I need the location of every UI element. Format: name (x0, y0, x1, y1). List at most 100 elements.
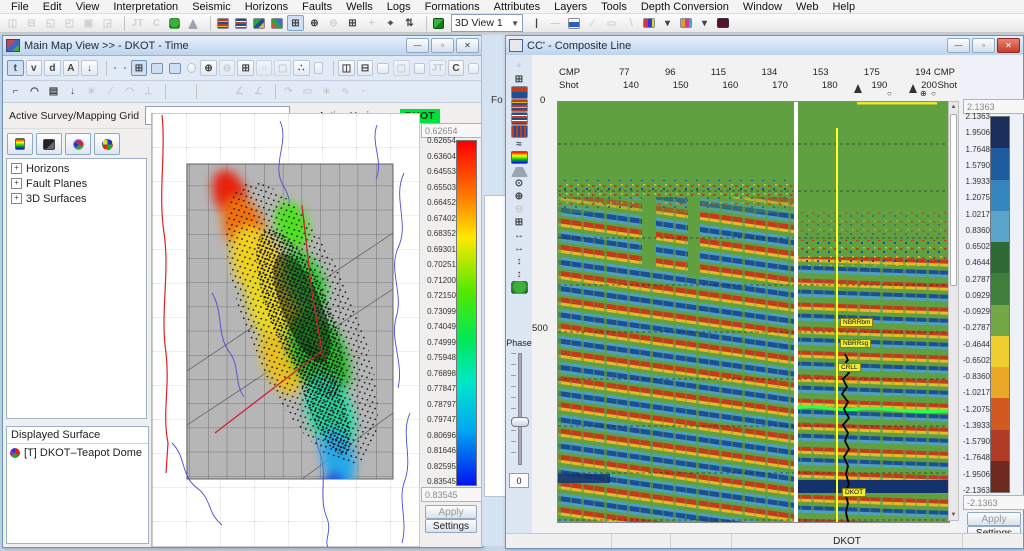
c-tool-icon[interactable]: C (148, 15, 165, 31)
zoom-in-icon[interactable]: ⊕ (200, 60, 217, 76)
split-vertical-icon[interactable]: ◫ (338, 60, 355, 76)
restore-windows-icon[interactable]: ▣ (80, 15, 97, 31)
menu-item[interactable]: Depth Conversion (634, 1, 736, 13)
menu-item[interactable]: Wells (339, 1, 380, 13)
rectangle-tool-icon[interactable]: ▭ (603, 15, 620, 31)
arrange-windows-icon[interactable]: ◰ (61, 15, 78, 31)
tile-views-icon[interactable]: ⊞ (287, 15, 304, 31)
zoom-out-icon[interactable]: ⊖ (218, 60, 236, 76)
sort-wells-icon[interactable]: ⇅ (401, 15, 418, 31)
slash-tool-icon[interactable]: ∕ (584, 15, 601, 31)
restore-button[interactable]: ▫ (431, 38, 454, 53)
minimize-button[interactable]: — (406, 38, 429, 53)
time-domain-button[interactable]: t (7, 60, 24, 76)
menu-item[interactable]: File (4, 1, 36, 13)
wavelet-icon[interactable]: ≈ (511, 138, 528, 151)
zoom-window-icon[interactable]: ⊞ (237, 60, 254, 76)
blank-button-icon[interactable]: ▢ (392, 60, 410, 76)
import-icon[interactable]: ↓ (64, 84, 81, 100)
zoom-out-icon[interactable]: ⊖ (325, 15, 342, 31)
color-display-icon[interactable] (510, 99, 528, 112)
redo-icon[interactable]: ↷ (280, 84, 297, 100)
minimize-button[interactable]: — (947, 38, 970, 53)
grid-display-icon[interactable]: ⊞ (130, 60, 148, 76)
color-scale-min-input[interactable]: 0.83545 (421, 487, 483, 502)
amplitude-button[interactable]: A (62, 60, 80, 76)
menu-item[interactable]: Seismic (185, 1, 238, 13)
tree-item[interactable]: + Horizons (7, 161, 146, 176)
tx-display-icon[interactable] (510, 86, 528, 99)
pick-horizon-icon[interactable] (173, 91, 175, 93)
horizon-pick-icon[interactable] (113, 67, 116, 69)
fault-segment3-icon[interactable] (224, 91, 226, 93)
tree-item[interactable]: + 3D Surfaces (7, 191, 146, 206)
menu-item[interactable]: Tools (594, 1, 634, 13)
fault-display-icon[interactable] (151, 62, 163, 74)
snap-icon[interactable]: ∗ (318, 84, 335, 100)
active-color-swatch[interactable] (717, 18, 729, 28)
menu-item[interactable]: Edit (36, 1, 69, 13)
amplitude-min-input[interactable]: -2.1363 (963, 495, 1024, 510)
menu-item[interactable]: Horizons (238, 1, 295, 13)
color-wiggle-display-icon[interactable] (510, 125, 528, 138)
base-map-view-icon[interactable] (271, 17, 283, 29)
velocity-domain-button[interactable]: v (25, 60, 43, 76)
horizon-color-dropdown-icon[interactable]: ▾ (696, 15, 713, 31)
zoom-in-icon[interactable]: ⊕ (306, 15, 323, 31)
angle-icon[interactable]: ∠ (231, 84, 248, 100)
menu-item[interactable]: Formations (418, 1, 487, 13)
shrink-horizontal-icon[interactable]: ↔ (511, 242, 528, 255)
fault-segment2-icon[interactable] (214, 91, 216, 93)
fault-color-dropdown-icon[interactable]: ▾ (659, 15, 676, 31)
color-scale-icon[interactable] (313, 62, 324, 74)
arbitrary-line-view-icon[interactable] (235, 17, 247, 29)
bead-icon[interactable] (186, 63, 197, 73)
shrink-vertical-icon[interactable]: ↕ (511, 268, 528, 281)
map-view-icon[interactable] (253, 17, 265, 29)
zoom-in-icon[interactable]: ⊕ (511, 190, 528, 203)
menu-item[interactable]: Interpretation (106, 1, 185, 13)
star-icon[interactable]: ∗ (83, 84, 100, 100)
apply-button[interactable]: Apply (967, 512, 1021, 526)
zoom-out-icon[interactable]: ⊖ (511, 203, 528, 216)
scroll-up-icon[interactable]: ▲ (949, 102, 958, 112)
bug-icon[interactable] (468, 62, 480, 74)
settings-button[interactable]: Settings (425, 519, 477, 533)
jt-icon[interactable]: JT (429, 60, 446, 76)
select-polygon-icon[interactable]: ⌐ (7, 84, 24, 100)
menu-item[interactable]: Faults (295, 1, 339, 13)
menu-item[interactable]: Layers (547, 1, 594, 13)
expand-plus-icon[interactable]: + (11, 163, 22, 174)
spline-icon[interactable]: ∿ (337, 84, 354, 100)
arc-draw-icon[interactable]: ◠ (121, 84, 138, 100)
minimize-all-icon[interactable]: ◲ (99, 15, 116, 31)
find-well-icon[interactable]: ⌖ (382, 15, 399, 31)
tile-horizontal-icon[interactable]: ◫ (4, 15, 21, 31)
seismic-view-icon[interactable] (217, 17, 229, 29)
bug-icon[interactable] (510, 281, 528, 294)
fault-segment-icon[interactable] (204, 91, 206, 93)
menu-item[interactable]: Help (825, 1, 862, 13)
base-map-canvas[interactable] (151, 113, 420, 547)
select-curve-icon[interactable]: ◠ (26, 84, 43, 100)
horizontal-tool-icon[interactable]: — (547, 15, 564, 31)
expand-plus-icon[interactable]: + (11, 178, 22, 189)
list-icon[interactable]: ▤ (45, 84, 62, 100)
restore-button[interactable]: ▫ (972, 38, 995, 53)
fault-color-set-icon[interactable] (643, 18, 655, 28)
stretch-vertical-icon[interactable]: ↕ (511, 255, 528, 268)
menu-item[interactable]: Attributes (487, 1, 547, 13)
split-horizontal-icon[interactable]: ⊟ (356, 60, 374, 76)
vertical-scrollbar[interactable]: ▲ ▼ (948, 101, 959, 521)
log-template-icon[interactable] (568, 17, 580, 29)
close-button[interactable]: ✕ (997, 38, 1020, 53)
zoom-all-icon[interactable]: ⊞ (344, 15, 361, 31)
pan-icon[interactable]: + (363, 15, 380, 31)
phase-value-input[interactable]: 0 (509, 473, 529, 488)
bug-icon[interactable] (169, 17, 180, 29)
seismic-section-canvas[interactable]: NBRRbm NBRRsg CRLL DKOT (557, 101, 950, 523)
apply-button[interactable]: Apply (425, 505, 477, 519)
posted-data-icon[interactable]: ∴ (293, 60, 310, 76)
stretch-horizontal-icon[interactable]: ↔ (511, 229, 528, 242)
displayed-surface-item[interactable]: [T] DKOT–Teapot Dome (7, 444, 148, 462)
